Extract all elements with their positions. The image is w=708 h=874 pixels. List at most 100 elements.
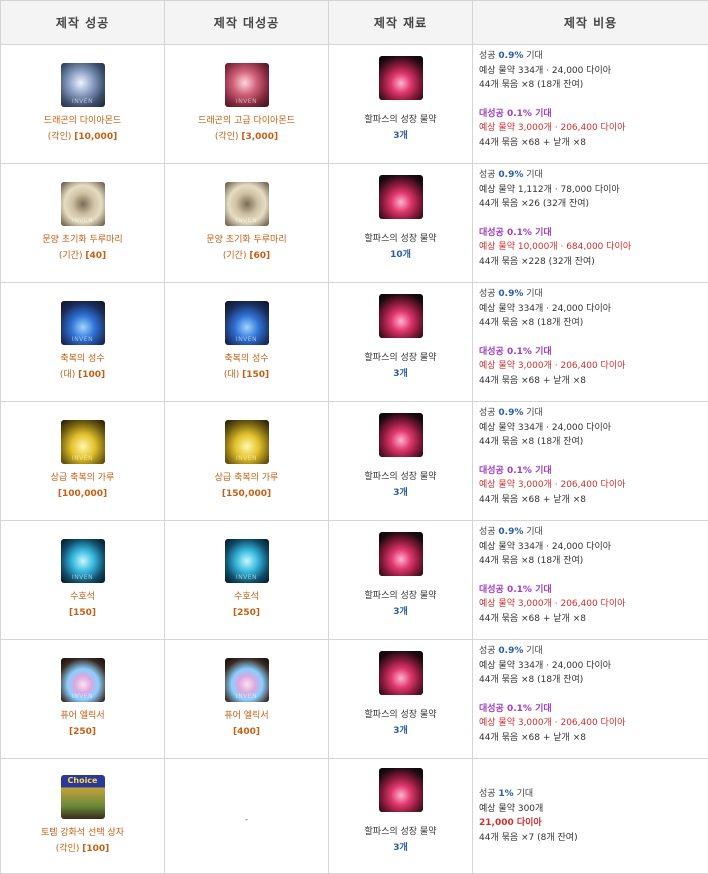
success-bundles: 44개 묶음 ×26 (32개 잔여) (479, 197, 708, 212)
scroll-icon: INVEN (61, 182, 105, 226)
cost-cell: 성공 0.9% 기대 예상 물약 334개 · 24,000 다이아 44개 묶… (473, 521, 708, 640)
header-great-success: 제작 대성공 (165, 1, 329, 45)
success-cell: INVEN 드래곤의 다이아몬드 (각인) [10,000] (1, 45, 165, 164)
success-cell: INVEN 상급 축복의 가루 [100,000] (1, 402, 165, 521)
pure-elixir-icon: INVEN (225, 658, 269, 702)
header-material: 제작 재료 (329, 1, 473, 45)
success-cell: INVEN 수호석 [150] (1, 521, 165, 640)
great-item-amount: [3,000] (241, 132, 278, 142)
great-item-amount: [250] (233, 608, 260, 618)
table-row: INVEN 문양 초기화 두루마리 (기간) [40] INVEN 문양 초기화… (1, 164, 708, 283)
success-item-name: 수호석 (1, 589, 164, 605)
table-header-row: 제작 성공 제작 대성공 제작 재료 제작 비용 (1, 1, 708, 45)
great-item-name: 상급 축복의 가루 (165, 470, 328, 486)
great-expected: 예상 물약 10,000개 · 684,000 다이아 (479, 240, 708, 255)
success-rate: 1% (498, 789, 513, 799)
great-item-name: 드래곤의 고급 다이아몬드 (165, 113, 328, 129)
crafting-table: 제작 성공 제작 대성공 제작 재료 제작 비용 INVEN 드래곤의 다이아몬… (0, 0, 708, 874)
pure-elixir-icon: INVEN (61, 658, 105, 702)
material-name: 할파스의 성장 물약 (329, 350, 472, 366)
success-expected: 예상 물약 300개 (479, 802, 708, 817)
scroll-icon: INVEN (225, 182, 269, 226)
table-row: INVEN 드래곤의 다이아몬드 (각인) [10,000] INVEN 드래곤… (1, 45, 708, 164)
growth-potion-icon (379, 651, 423, 695)
success-rate: 0.9% (498, 408, 523, 418)
table-row: INVEN 상급 축복의 가루 [100,000] INVEN 상급 축복의 가… (1, 402, 708, 521)
cost-cell: 성공 1% 기대 예상 물약 300개 21,000 다이아 44개 묶음 ×7… (473, 759, 708, 874)
success-expected: 예상 물약 334개 · 24,000 다이아 (479, 659, 708, 674)
table-row: INVEN 퓨어 엘릭서 [250] INVEN 퓨어 엘릭서 [400] 할파… (1, 640, 708, 759)
empty-dash: - (245, 815, 248, 825)
success-item-name: 퓨어 엘릭서 (1, 708, 164, 724)
blessing-powder-icon: INVEN (225, 420, 269, 464)
growth-potion-icon (379, 532, 423, 576)
success-expected: 예상 물약 1,112개 · 78,000 다이아 (479, 183, 708, 198)
material-name: 할파스의 성장 물약 (329, 231, 472, 247)
great-bundles: 44개 묶음 ×68 + 낱개 ×8 (479, 731, 708, 746)
great-success-cell: INVEN 퓨어 엘릭서 [400] (165, 640, 329, 759)
great-bundles: 44개 묶음 ×68 + 낱개 ×8 (479, 493, 708, 508)
success-bundles: 44개 묶음 ×8 (18개 잔여) (479, 435, 708, 450)
success-bundles: 44개 묶음 ×8 (18개 잔여) (479, 554, 708, 569)
growth-potion-icon (379, 768, 423, 812)
material-name: 할파스의 성장 물약 (329, 588, 472, 604)
material-qty: 10개 (329, 247, 472, 263)
great-expected: 예상 물약 3,000개 · 206,400 다이아 (479, 478, 708, 493)
material-cell: 할파스의 성장 물약 3개 (329, 640, 473, 759)
success-rate: 0.9% (498, 170, 523, 180)
success-item-amount: [40] (85, 251, 106, 261)
great-success-cell: - (165, 759, 329, 874)
material-qty: 3개 (329, 128, 472, 144)
great-bundles: 44개 묶음 ×68 + 낱개 ×8 (479, 612, 708, 627)
blessing-powder-icon: INVEN (61, 420, 105, 464)
growth-potion-icon (379, 294, 423, 338)
success-expected: 예상 물약 334개 · 24,000 다이아 (479, 540, 708, 555)
great-success-cell: INVEN 수호석 [250] (165, 521, 329, 640)
material-cell: 할파스의 성장 물약 3개 (329, 759, 473, 874)
great-expected: 예상 물약 3,000개 · 206,400 다이아 (479, 597, 708, 612)
success-item-name: 문양 초기화 두루마리 (1, 232, 164, 248)
material-cell: 할파스의 성장 물약 3개 (329, 45, 473, 164)
material-qty: 3개 (329, 840, 472, 856)
success-item-amount: [10,000] (74, 132, 117, 142)
great-success-cell: INVEN 드래곤의 고급 다이아몬드 (각인) [3,000] (165, 45, 329, 164)
material-qty: 3개 (329, 366, 472, 382)
material-cell: 할파스의 성장 물약 3개 (329, 283, 473, 402)
success-item-amount: [100] (82, 844, 109, 854)
great-item-name: 퓨어 엘릭서 (165, 708, 328, 724)
success-bundles: 44개 묶음 ×7 (8개 잔여) (479, 831, 708, 846)
success-item-name: 상급 축복의 가루 (1, 470, 164, 486)
success-item-sub: (기간) (59, 251, 85, 261)
header-cost: 제작 비용 (473, 1, 708, 45)
table-row: INVEN 수호석 [150] INVEN 수호석 [250] 할파스의 성장 … (1, 521, 708, 640)
material-name: 할파스의 성장 물약 (329, 469, 472, 485)
great-item-sub: (각인) (215, 132, 241, 142)
material-qty: 3개 (329, 485, 472, 501)
great-expected: 예상 물약 3,000개 · 206,400 다이아 (479, 121, 708, 136)
great-rate: 대성공 0.1% 기대 (479, 107, 708, 122)
great-expected: 예상 물약 3,000개 · 206,400 다이아 (479, 359, 708, 374)
great-item-amount: [400] (233, 727, 260, 737)
cost-cell: 성공 0.9% 기대 예상 물약 334개 · 24,000 다이아 44개 묶… (473, 640, 708, 759)
success-cell: Choice 토템 강화석 선택 상자 (각인) [100] (1, 759, 165, 874)
success-expected: 예상 물약 334개 · 24,000 다이아 (479, 64, 708, 79)
material-name: 할파스의 성장 물약 (329, 707, 472, 723)
great-item-amount: [150] (242, 370, 269, 380)
guardian-stone-icon: INVEN (225, 539, 269, 583)
great-item-name: 문양 초기화 두루마리 (165, 232, 328, 248)
success-diamond-cost: 21,000 다이아 (479, 816, 708, 831)
success-bundles: 44개 묶음 ×8 (18개 잔여) (479, 316, 708, 331)
totem-choice-box-icon: Choice (61, 775, 105, 819)
success-bundles: 44개 묶음 ×8 (18개 잔여) (479, 673, 708, 688)
material-name: 할파스의 성장 물약 (329, 824, 472, 840)
holy-water-icon: INVEN (225, 301, 269, 345)
success-cell: INVEN 퓨어 엘릭서 [250] (1, 640, 165, 759)
great-success-cell: INVEN 상급 축복의 가루 [150,000] (165, 402, 329, 521)
great-rate: 대성공 0.1% 기대 (479, 226, 708, 241)
cost-cell: 성공 0.9% 기대 예상 물약 1,112개 · 78,000 다이아 44개… (473, 164, 708, 283)
success-rate: 0.9% (498, 527, 523, 537)
success-item-amount: [100] (78, 370, 105, 380)
great-item-sub: (대) (224, 370, 242, 380)
success-rate: 0.9% (498, 51, 523, 61)
success-rate: 0.9% (498, 646, 523, 656)
